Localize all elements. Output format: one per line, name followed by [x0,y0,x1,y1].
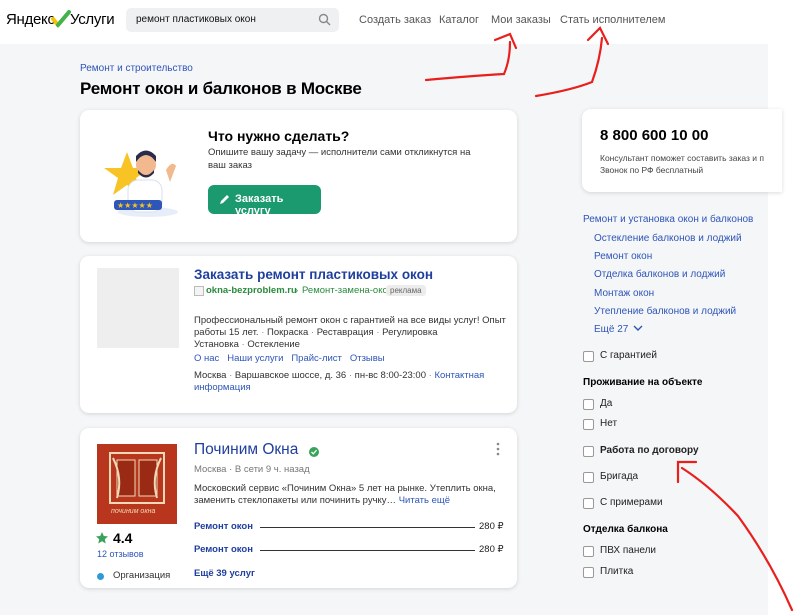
arrow-to-contract-filter-icon [676,460,794,612]
arrow-to-my-orders-icon [424,32,518,82]
arrow-to-become-provider-icon [534,26,610,98]
annotation-arrows [424,26,794,612]
